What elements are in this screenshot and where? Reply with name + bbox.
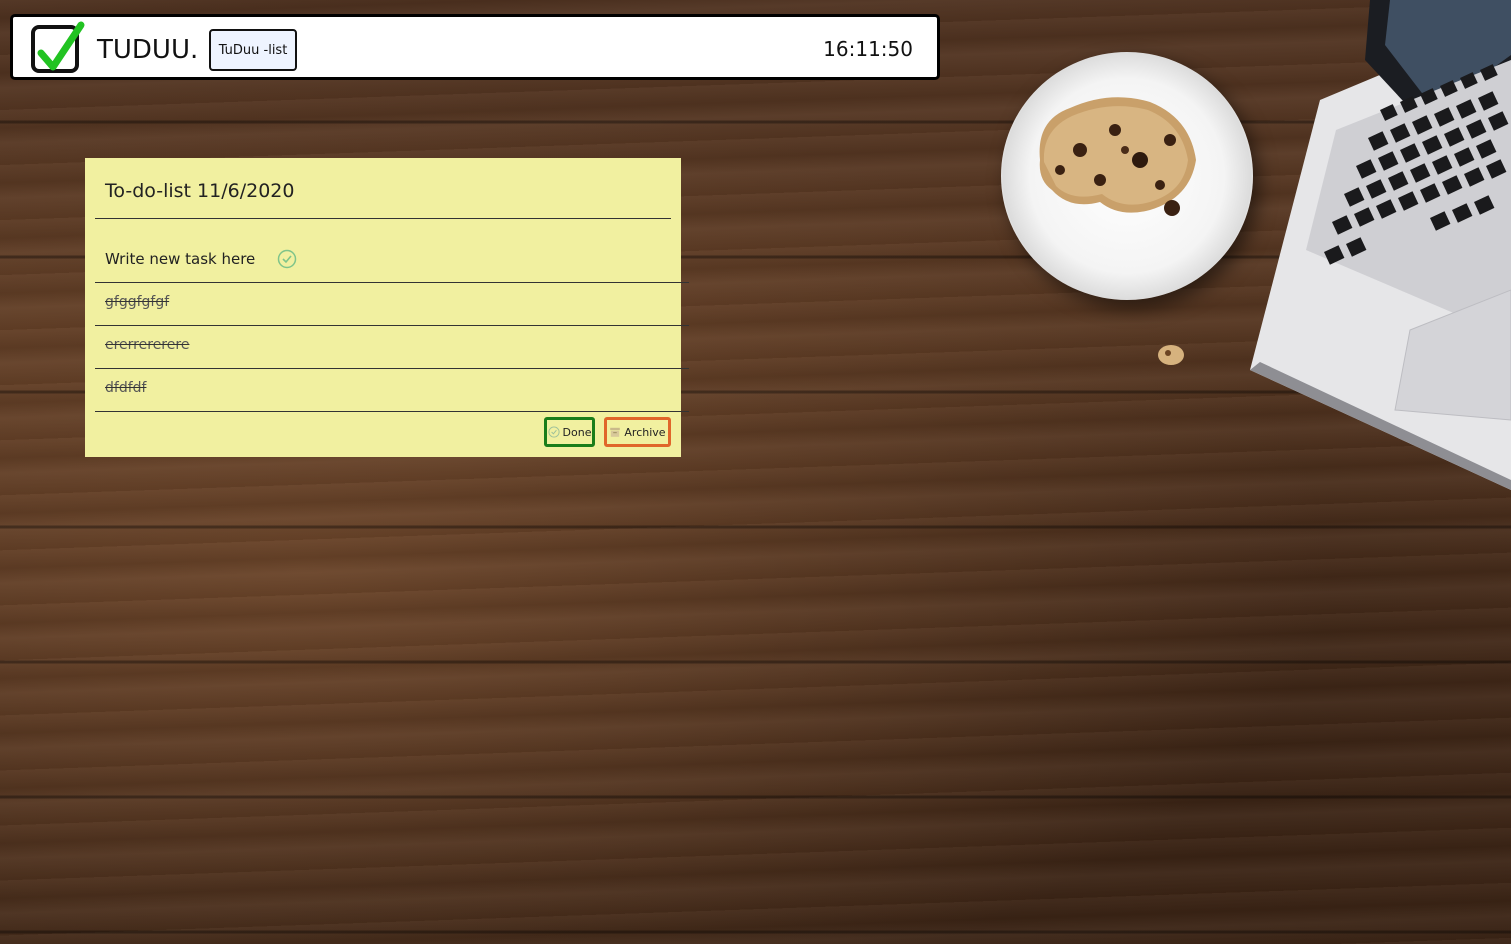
add-task-check-circle-icon[interactable] [277,249,297,273]
check-circle-icon [547,426,560,438]
laptop-image [1250,0,1511,490]
task-row[interactable]: gfggfgfgf [95,282,689,324]
archive-button-label: Archive [624,425,666,439]
task-row[interactable]: dfdfdf [95,368,689,410]
archive-button[interactable]: Archive [604,417,671,447]
todo-list-title: To-do-list 11/6/2020 [105,180,295,202]
task-list-divider [95,411,689,412]
brand-name: TUDUU. [97,35,199,65]
task-row[interactable]: ererrererere [95,325,689,367]
task-text: ererrererere [105,337,190,353]
done-button[interactable]: Done [544,417,595,447]
new-task-input[interactable]: Write new task here [105,250,255,268]
cookie-image [1039,97,1196,216]
logo-checkbox-icon [31,21,85,73]
todo-list-note: To-do-list 11/6/2020 Write new task here… [85,158,689,457]
cookie-crumb-image [1158,345,1184,365]
top-header-bar: TUDUU. TuDuu -list 16:11:50 [10,14,940,80]
archive-box-icon [610,427,621,437]
title-divider [95,218,671,219]
task-text: dfdfdf [105,380,147,396]
done-button-label: Done [562,425,592,439]
task-text: gfggfgfgf [105,294,170,310]
clock-display: 16:11:50 [823,37,913,61]
tuduu-list-nav-button[interactable]: TuDuu -list [209,29,297,71]
